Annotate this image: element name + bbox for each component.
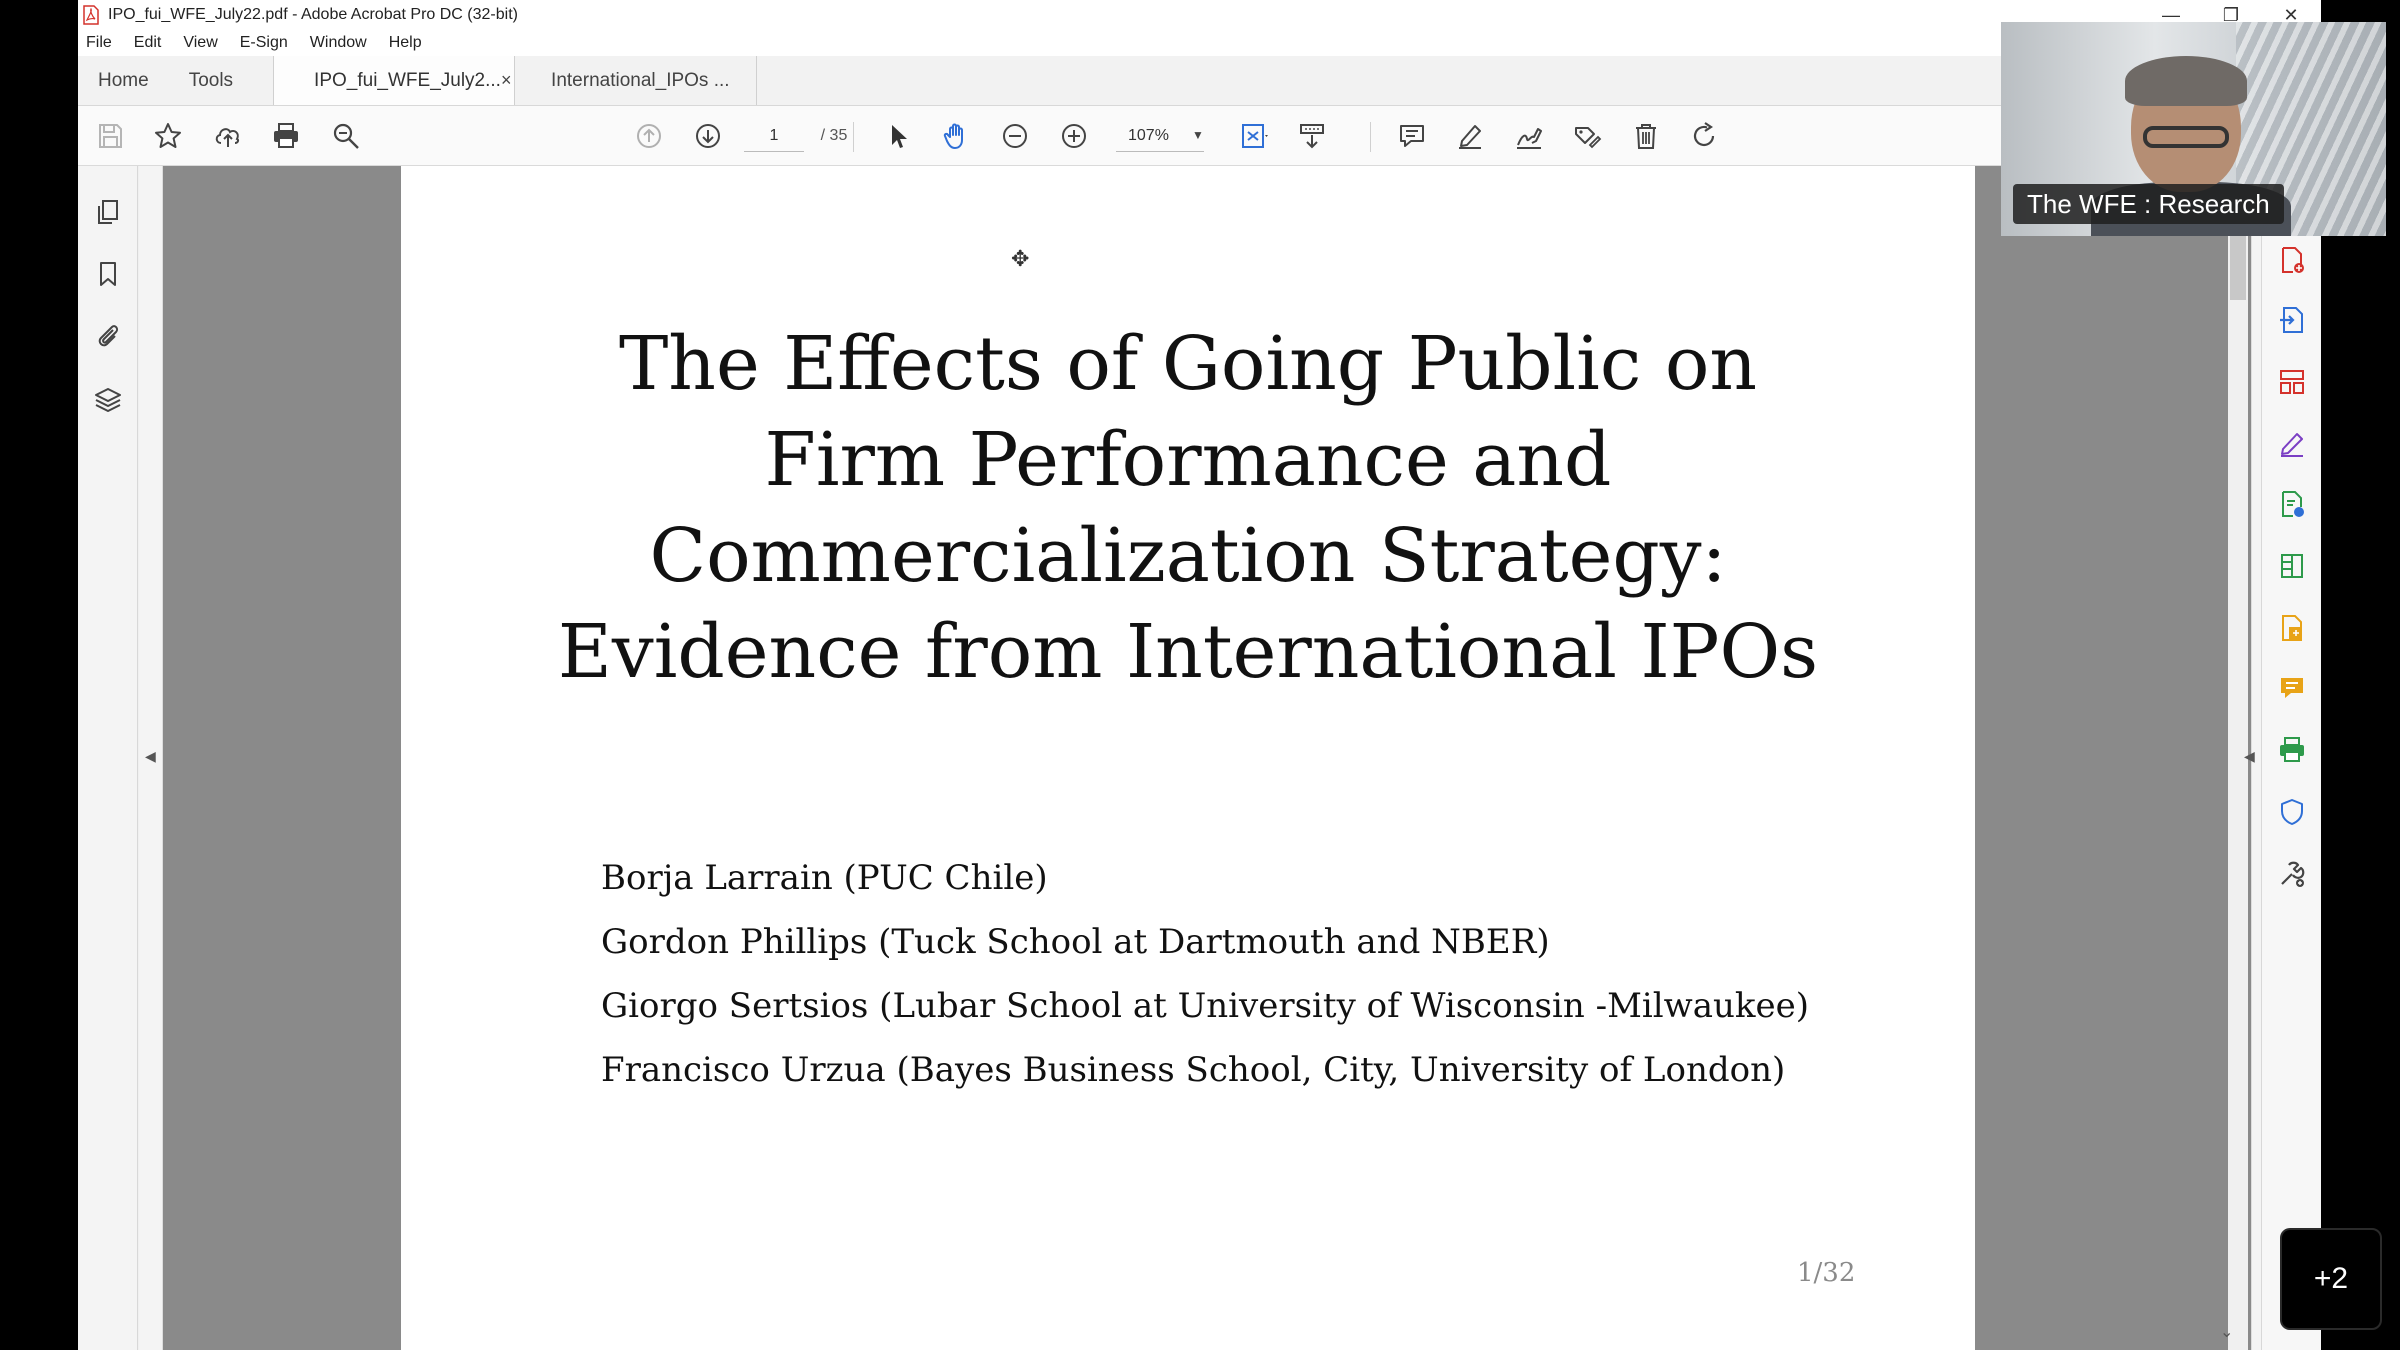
export-pdf-icon[interactable]: [2276, 304, 2308, 336]
acrobat-app-icon: [83, 5, 99, 25]
vertical-scrollbar[interactable]: [2228, 226, 2248, 1350]
zoom-level-input[interactable]: 107%: [1116, 120, 1204, 152]
select-cursor-icon[interactable]: [882, 120, 914, 152]
compress-icon[interactable]: [2276, 550, 2308, 582]
protect-icon[interactable]: [2276, 796, 2308, 828]
slide-title-line: The Effects of Going Public on: [618, 321, 1758, 407]
author-line: Giorgo Sertsios (Lubar School at Univers…: [601, 986, 1810, 1026]
comment-icon[interactable]: [1396, 120, 1428, 152]
menu-edit[interactable]: Edit: [134, 34, 162, 52]
tab-close-icon[interactable]: ×: [501, 70, 512, 91]
menu-esign[interactable]: E-Sign: [240, 34, 288, 52]
sign-icon[interactable]: [1513, 120, 1545, 152]
tools-pane: [2261, 166, 2321, 1350]
rotate-icon[interactable]: [1688, 120, 1720, 152]
participant-video-tile[interactable]: The WFE : Research: [2001, 22, 2386, 236]
slide-title-line: Commercialization Strategy:: [649, 513, 1727, 599]
toolbar: 1 / 35 107% ▼: [78, 106, 2321, 166]
slide-page-number: 1/32: [1797, 1258, 1856, 1288]
window-title: IPO_fui_WFE_July22.pdf - Adobe Acrobat P…: [108, 6, 518, 23]
document-viewport[interactable]: ◀ ✥ The Effects of Going Public on Firm …: [139, 166, 2270, 1350]
toolbar-divider: [853, 122, 854, 152]
tab-home[interactable]: Home: [78, 56, 169, 105]
participant-name-label: The WFE : Research: [2013, 184, 2284, 224]
toolbar-divider: [1370, 122, 1371, 152]
tab-document-active[interactable]: IPO_fui_WFE_July2... ×: [273, 56, 516, 105]
title-bar: IPO_fui_WFE_July22.pdf - Adobe Acrobat P…: [78, 0, 2321, 30]
fill-sign-icon[interactable]: [2276, 428, 2308, 460]
tab-document-label: IPO_fui_WFE_July2...: [314, 69, 501, 91]
layers-icon[interactable]: [92, 384, 124, 416]
delete-icon[interactable]: [1630, 120, 1662, 152]
collapse-left-pane-icon[interactable]: ◀: [145, 748, 156, 765]
search-icon[interactable]: [330, 120, 362, 152]
more-participants-button[interactable]: +2: [2280, 1228, 2382, 1330]
save-icon[interactable]: [94, 120, 126, 152]
move-cursor-icon: ✥: [1011, 246, 1030, 271]
screen: IPO_fui_WFE_July22.pdf - Adobe Acrobat P…: [0, 0, 2400, 1350]
scrollbar-thumb[interactable]: [2230, 230, 2246, 300]
print-icon[interactable]: [270, 120, 302, 152]
create-pdf-icon[interactable]: [2276, 244, 2308, 276]
upload-icon[interactable]: [212, 120, 244, 152]
prev-page-icon[interactable]: [633, 120, 665, 152]
slide-title-line: Firm Performance and: [764, 417, 1612, 503]
author-line: Francisco Urzua (Bayes Business School, …: [601, 1050, 1786, 1090]
organize-pages-icon[interactable]: [2276, 366, 2308, 398]
tab-bar: Home Tools IPO_fui_WFE_July2... × Intern…: [78, 56, 2321, 106]
author-list: Borja Larrain (PUC Chile) Gordon Phillip…: [601, 846, 1809, 1102]
tab-tools[interactable]: Tools: [169, 56, 273, 105]
star-icon[interactable]: [152, 120, 184, 152]
edit-icon[interactable]: [1571, 120, 1603, 152]
collapse-right-pane-icon[interactable]: ◀: [2244, 748, 2255, 765]
slide-title: The Effects of Going Public on Firm Perf…: [401, 316, 1975, 700]
author-line: Gordon Phillips (Tuck School at Dartmout…: [601, 922, 1550, 962]
attachment-icon[interactable]: [92, 320, 124, 352]
highlight-icon[interactable]: [1454, 120, 1486, 152]
left-navigation-pane: [78, 166, 138, 1350]
participant-glasses: [2143, 126, 2229, 148]
more-tools-icon[interactable]: [2276, 858, 2308, 890]
pdf-page: ✥ The Effects of Going Public on Firm Pe…: [401, 166, 1975, 1350]
zoom-in-icon[interactable]: [1058, 120, 1090, 152]
bookmark-icon[interactable]: [92, 258, 124, 290]
hand-icon[interactable]: [940, 120, 972, 152]
participant-hair: [2125, 56, 2247, 106]
menu-bar: File Edit View E-Sign Window Help: [78, 30, 2321, 56]
scroll-down-arrow-icon[interactable]: ⌄: [2220, 1322, 2233, 1342]
zoom-out-icon[interactable]: [999, 120, 1031, 152]
scroll-mode-icon[interactable]: [1296, 120, 1328, 152]
document-background: [1975, 166, 2270, 1350]
comment-icon[interactable]: [2276, 672, 2308, 704]
tab-document-2[interactable]: International_IPOs ...: [515, 56, 758, 105]
author-line: Borja Larrain (PUC Chile): [601, 858, 1048, 898]
fit-page-icon[interactable]: [1238, 120, 1270, 152]
menu-help[interactable]: Help: [389, 34, 422, 52]
menu-file[interactable]: File: [86, 34, 112, 52]
acrobat-window: IPO_fui_WFE_July22.pdf - Adobe Acrobat P…: [78, 0, 2321, 1350]
menu-view[interactable]: View: [183, 34, 217, 52]
slide-title-line: Evidence from International IPOs: [557, 609, 1819, 695]
menu-window[interactable]: Window: [310, 34, 367, 52]
pages-icon[interactable]: [92, 196, 124, 228]
next-page-icon[interactable]: [692, 120, 724, 152]
chevron-down-icon[interactable]: ▼: [1192, 128, 1204, 142]
edit-pdf-icon[interactable]: [2276, 488, 2308, 520]
combine-icon[interactable]: [2276, 612, 2308, 644]
tab-document-2-label: International_IPOs ...: [551, 69, 730, 91]
print-production-icon[interactable]: [2276, 734, 2308, 766]
page-total-label: / 35: [820, 127, 848, 144]
